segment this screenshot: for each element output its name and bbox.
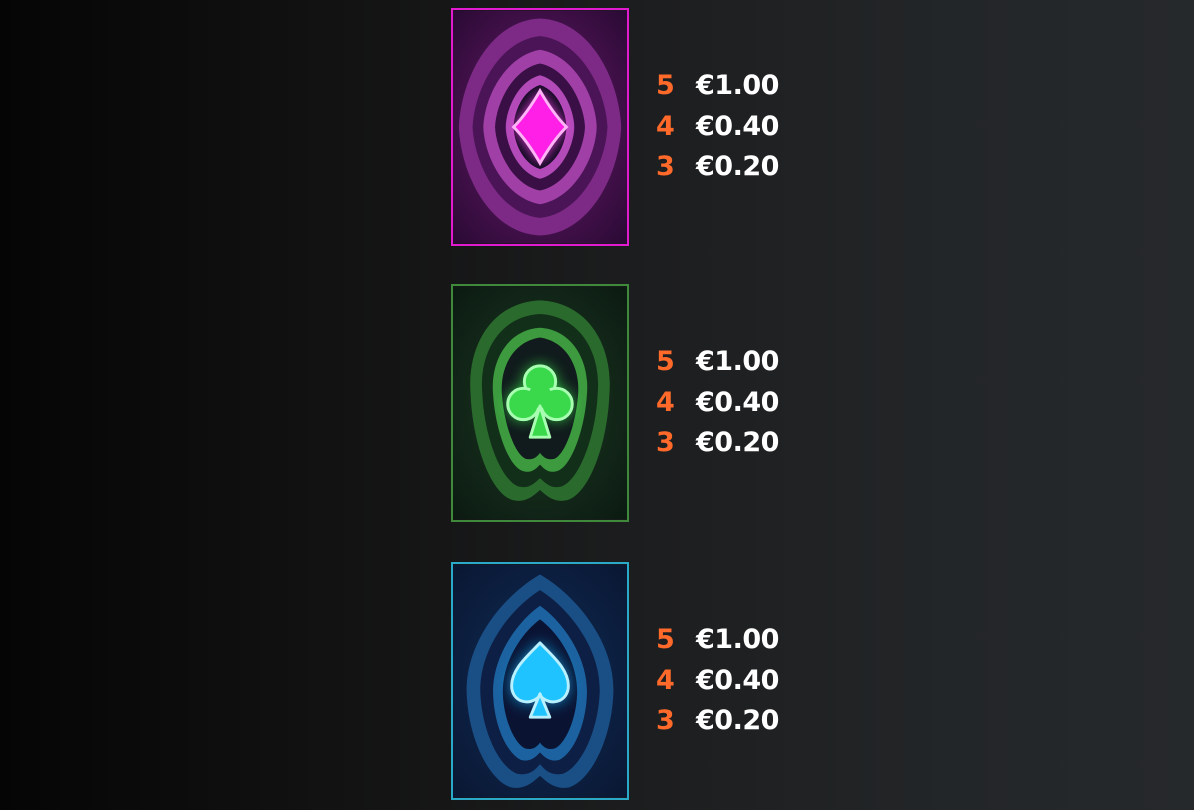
pay-line: 3 €0.20 — [656, 147, 779, 188]
spade-symbol-card — [451, 562, 629, 800]
diamond-paytable: 5 €1.00 4 €0.40 3 €0.20 — [656, 66, 779, 188]
pay-line: 3 €0.20 — [656, 423, 779, 464]
payout-value: €0.40 — [696, 664, 779, 696]
payout-value: €1.00 — [696, 346, 779, 377]
spade-card-art — [453, 564, 627, 798]
payout-value: €0.20 — [696, 427, 779, 458]
club-symbol-card — [451, 284, 629, 522]
pay-line: 3 €0.20 — [656, 701, 779, 742]
club-paytable: 5 €1.00 4 €0.40 3 €0.20 — [656, 342, 779, 464]
paytable-row-club: 5 €1.00 4 €0.40 3 €0.20 — [451, 284, 871, 524]
pay-line: 4 €0.40 — [656, 661, 779, 702]
payout-value: €1.00 — [696, 70, 779, 101]
pay-line: 4 €0.40 — [656, 107, 779, 148]
match-count: 5 — [656, 624, 675, 655]
match-count: 5 — [656, 346, 675, 377]
pay-line: 5 €1.00 — [656, 620, 779, 661]
pay-line: 5 €1.00 — [656, 342, 779, 383]
spade-paytable: 5 €1.00 4 €0.40 3 €0.20 — [656, 620, 779, 742]
payout-value: €1.00 — [696, 624, 779, 655]
match-count: 3 — [656, 427, 675, 458]
match-count: 3 — [656, 705, 675, 736]
payout-value: €0.20 — [696, 705, 779, 736]
payout-value: €0.40 — [696, 110, 779, 142]
pay-line: 5 €1.00 — [656, 66, 779, 107]
payout-value: €0.40 — [696, 386, 779, 418]
diamond-card-art — [453, 10, 627, 244]
match-count: 4 — [656, 386, 675, 418]
club-card-art — [453, 286, 627, 520]
match-count: 5 — [656, 70, 675, 101]
payout-value: €0.20 — [696, 151, 779, 182]
match-count: 4 — [656, 664, 675, 696]
match-count: 4 — [656, 110, 675, 142]
diamond-symbol-card — [451, 8, 629, 246]
paytable-row-spade: 5 €1.00 4 €0.40 3 €0.20 — [451, 562, 871, 802]
match-count: 3 — [656, 151, 675, 182]
paytable-row-diamond: 5 €1.00 4 €0.40 3 €0.20 — [451, 8, 871, 248]
pay-line: 4 €0.40 — [656, 383, 779, 424]
